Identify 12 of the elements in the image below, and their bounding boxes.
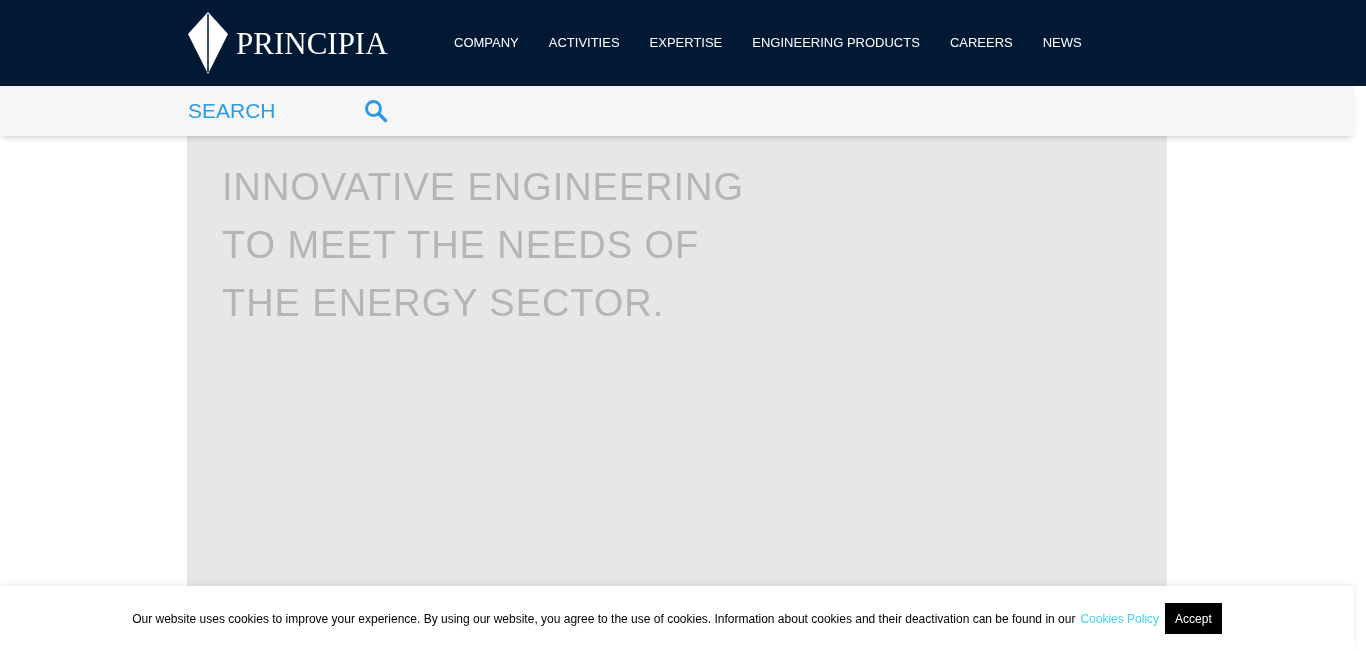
nav-link[interactable]: EXPERTISE — [649, 33, 723, 53]
accept-button[interactable]: Accept — [1165, 603, 1222, 634]
logo-icon — [188, 12, 228, 74]
nav-link[interactable]: CAREERS — [949, 33, 1013, 53]
search-icon[interactable] — [364, 99, 388, 123]
nav-link[interactable]: NEWS — [1042, 33, 1082, 53]
nav-link[interactable]: ACTIVITIES — [548, 33, 620, 53]
cookie-message: Our website uses cookies to improve your experience. By using our website, you agree to the use of cookies. Information about cookies and their deactivation can be found in our — [132, 610, 1076, 628]
nav-link[interactable]: COMPANY — [454, 33, 519, 53]
search-field[interactable]: SEARCH — [188, 95, 358, 127]
logo-text: PRINCIPIA — [236, 27, 388, 59]
nav-link[interactable]: ENGINEERING PRODUCTS — [752, 33, 920, 53]
